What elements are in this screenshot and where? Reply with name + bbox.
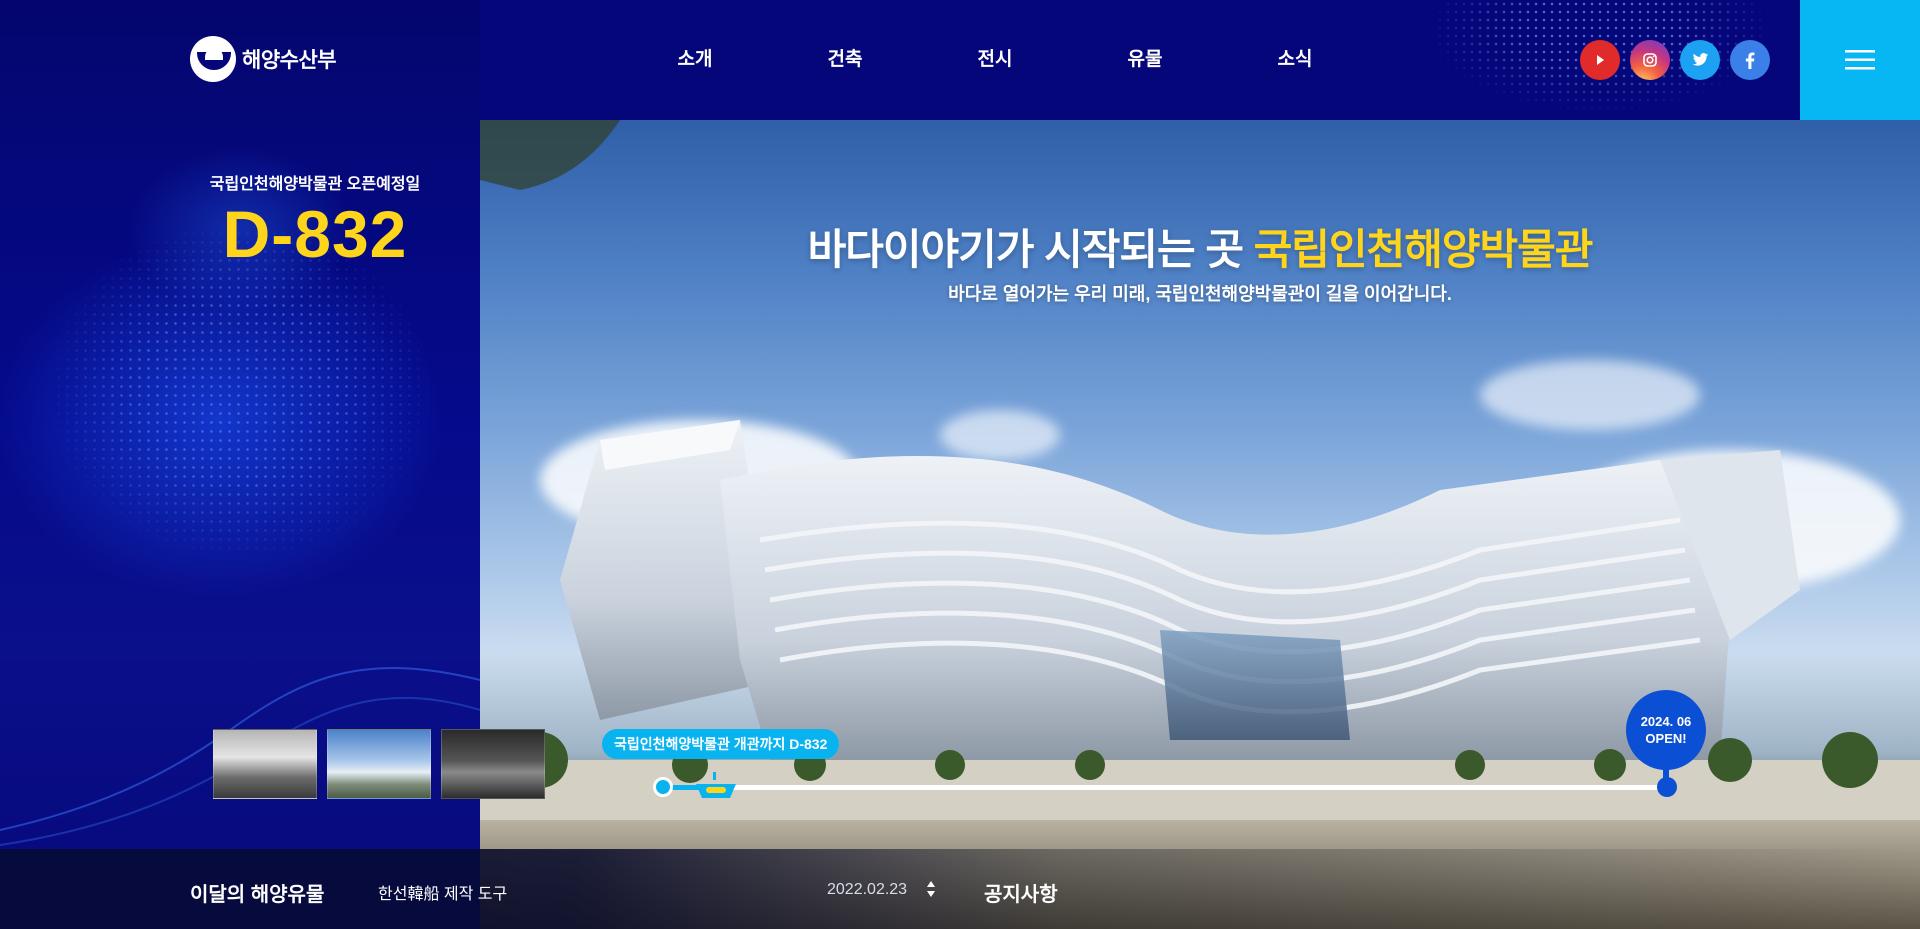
open-label: OPEN! bbox=[1645, 731, 1687, 746]
menu-button[interactable] bbox=[1800, 0, 1920, 120]
relic-of-month-link[interactable]: 한선韓船 제작 도구 bbox=[378, 880, 507, 904]
notice-updown-arrows-icon[interactable] bbox=[925, 878, 937, 900]
timeline-dday-badge: 국립인천해양박물관 개관까지 D-832 bbox=[602, 729, 840, 759]
open-date: 2024. 06 bbox=[1640, 714, 1692, 729]
ministry-emblem-icon bbox=[190, 36, 236, 82]
logo-text: 해양수산부 bbox=[242, 49, 337, 72]
hero-title-accent: 국립인천해양박물관 bbox=[1253, 226, 1594, 273]
twitter-icon bbox=[1692, 53, 1708, 66]
facebook-icon bbox=[1745, 51, 1755, 69]
nav-item-exhibition[interactable]: 전시 bbox=[920, 44, 1070, 71]
nav-item-intro[interactable]: 소개 bbox=[620, 44, 770, 71]
hero-title: 바다이야기가 시작되는 곳 국립인천해양박물관 bbox=[480, 216, 1920, 277]
hero-visual: 바다이야기가 시작되는 곳 국립인천해양박물관 바다로 열어가는 우리 미래, … bbox=[480, 120, 1920, 929]
boat-icon bbox=[696, 772, 736, 798]
ministry-logo[interactable]: 해양수산부 bbox=[190, 36, 337, 82]
hero-subtitle: 바다로 열어가는 우리 미래, 국립인천해양박물관이 길을 이어갑니다. bbox=[948, 284, 1452, 304]
notice-title[interactable]: 공지사항 bbox=[984, 878, 1058, 907]
facebook-button[interactable] bbox=[1730, 40, 1770, 80]
main-nav: 소개 건축 전시 유물 소식 bbox=[620, 44, 1370, 71]
notice-date: 2022.02.23 bbox=[827, 881, 908, 898]
thumbnail-1[interactable] bbox=[213, 729, 317, 799]
thumbnail-3[interactable] bbox=[441, 729, 545, 799]
nav-item-news[interactable]: 소식 bbox=[1220, 44, 1370, 71]
hamburger-menu-icon bbox=[1845, 50, 1875, 70]
timeline-start-dot bbox=[653, 777, 673, 797]
hero-thumbnails bbox=[213, 729, 545, 799]
instagram-button[interactable] bbox=[1630, 40, 1670, 80]
dday-count: D-832 bbox=[222, 197, 408, 271]
hero-title-main: 바다이야기가 시작되는 곳 bbox=[807, 226, 1254, 273]
open-date-bubble: 2024. 06 OPEN! bbox=[1626, 690, 1706, 780]
relic-of-month-title[interactable]: 이달의 해양유물 bbox=[190, 878, 324, 907]
nav-item-relics[interactable]: 유물 bbox=[1070, 44, 1220, 71]
timeline-track bbox=[662, 785, 1668, 790]
thumbnail-2[interactable] bbox=[327, 729, 431, 799]
dday-label: 국립인천해양박물관 오픈예정일 bbox=[209, 176, 421, 193]
social-links bbox=[1580, 40, 1770, 80]
youtube-icon bbox=[1597, 55, 1604, 65]
site-header: 해양수산부 소개 건축 전시 유물 소식 bbox=[0, 0, 1920, 120]
instagram-icon bbox=[1643, 53, 1657, 67]
youtube-button[interactable] bbox=[1580, 40, 1620, 80]
twitter-button[interactable] bbox=[1680, 40, 1720, 80]
timeline-end-dot bbox=[1657, 777, 1677, 797]
nav-item-architecture[interactable]: 건축 bbox=[770, 44, 920, 71]
